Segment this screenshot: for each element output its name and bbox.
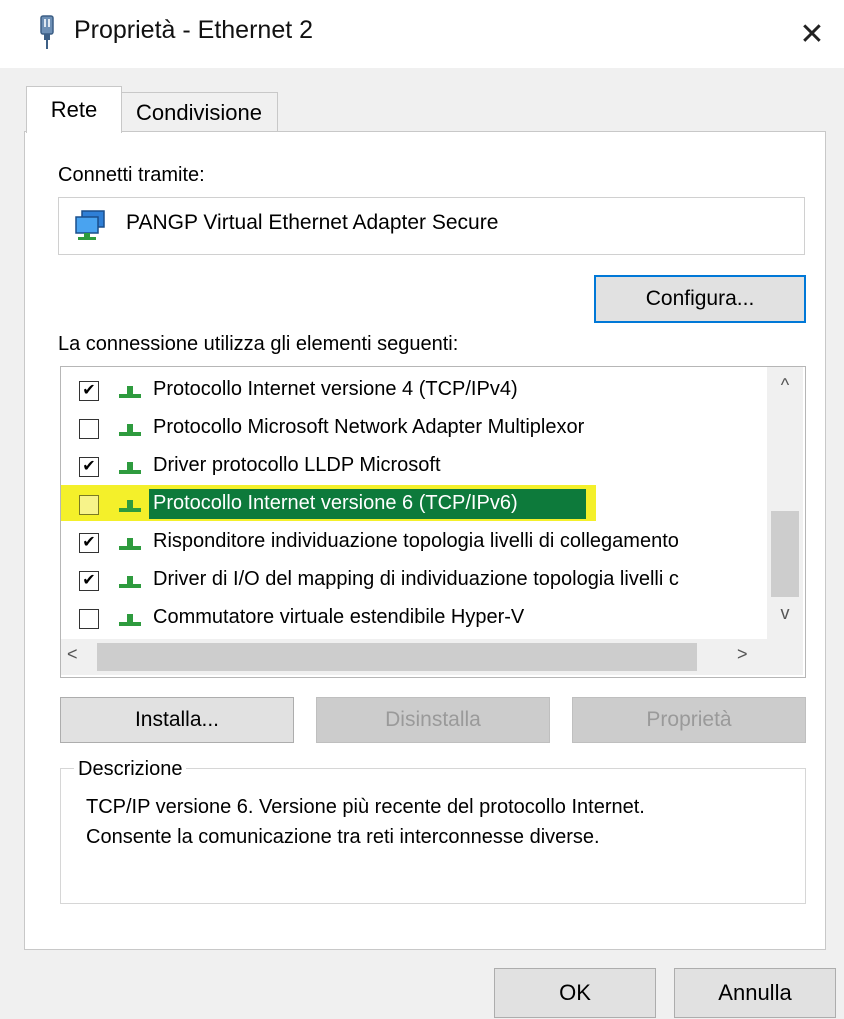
tab-rete[interactable]: Rete — [26, 86, 122, 133]
list-item[interactable]: Commutatore virtuale estendibile Hyper-V — [61, 601, 771, 637]
checkbox[interactable]: ✔ — [79, 381, 99, 401]
description-legend: Descrizione — [74, 758, 187, 781]
checkmark-icon: ✔ — [82, 382, 96, 399]
list-item[interactable]: ✔ Driver protocollo LLDP Microsoft — [61, 449, 771, 485]
window-title: Proprietà - Ethernet 2 — [74, 16, 314, 44]
ok-button[interactable]: OK — [494, 968, 656, 1018]
close-icon[interactable]: ✕ — [792, 14, 832, 54]
components-list[interactable]: ✔ Protocollo Internet versione 4 (TCP/IP… — [60, 366, 806, 678]
scroll-left-icon[interactable]: < — [67, 644, 78, 665]
checkmark-icon: ✔ — [82, 534, 96, 551]
list-item-label: Protocollo Internet versione 4 (TCP/IPv4… — [153, 378, 518, 400]
vertical-scroll-thumb[interactable] — [771, 511, 799, 597]
protocol-icon — [119, 462, 141, 474]
list-item-label: Risponditore individuazione topologia li… — [153, 530, 679, 552]
description-text: Consente la comunicazione tra reti inter… — [86, 826, 600, 848]
configure-button[interactable]: Configura... — [594, 275, 806, 323]
network-adapter-icon — [75, 210, 105, 240]
list-item[interactable]: ✔ Driver di I/O del mapping di individua… — [61, 563, 771, 599]
adapter-name: PANGP Virtual Ethernet Adapter Secure — [126, 211, 499, 234]
list-item-label: Protocollo Microsoft Network Adapter Mul… — [153, 416, 585, 438]
list-item[interactable]: ✔ Protocollo Internet versione 4 (TCP/IP… — [61, 373, 771, 409]
checkbox[interactable] — [79, 609, 99, 629]
install-button[interactable]: Installa... — [60, 697, 294, 743]
list-item-label: Driver di I/O del mapping di individuazi… — [153, 568, 679, 590]
checkbox[interactable]: ✔ — [79, 457, 99, 477]
checkmark-icon: ✔ — [82, 572, 96, 589]
horizontal-scroll-thumb[interactable] — [97, 643, 697, 671]
protocol-icon — [119, 500, 141, 512]
uninstall-button[interactable]: Disinstalla — [316, 697, 550, 743]
list-item[interactable]: ✔ Risponditore individuazione topologia … — [61, 525, 771, 561]
list-item-label: Driver protocollo LLDP Microsoft — [153, 454, 441, 476]
checkbox[interactable]: ✔ — [79, 571, 99, 591]
scroll-down-icon[interactable]: v — [767, 603, 803, 633]
tab-condivisione[interactable]: Condivisione — [120, 92, 278, 133]
network-cable-icon — [40, 15, 54, 49]
protocol-icon — [119, 424, 141, 436]
checkbox[interactable]: ✔ — [79, 533, 99, 553]
checkbox[interactable] — [79, 495, 99, 515]
checkbox[interactable] — [79, 419, 99, 439]
protocol-icon — [119, 614, 141, 626]
properties-button[interactable]: Proprietà — [572, 697, 806, 743]
protocol-icon — [119, 576, 141, 588]
connect-via-label: Connetti tramite: — [58, 164, 205, 186]
list-item[interactable]: Protocollo Microsoft Network Adapter Mul… — [61, 411, 771, 447]
items-section-label: La connessione utilizza gli elementi seg… — [58, 333, 459, 355]
scroll-up-icon[interactable]: ^ — [767, 375, 803, 405]
scroll-right-icon[interactable]: > — [737, 644, 748, 665]
description-text: TCP/IP versione 6. Versione più recente … — [86, 796, 645, 818]
scroll-corner — [767, 639, 803, 675]
list-item-highlighted[interactable]: Protocollo Internet versione 6 (TCP/IPv6… — [61, 485, 771, 523]
checkmark-icon: ✔ — [82, 458, 96, 475]
protocol-icon — [119, 538, 141, 550]
cancel-button[interactable]: Annulla — [674, 968, 836, 1018]
list-item-label: Protocollo Internet versione 6 (TCP/IPv6… — [153, 492, 518, 514]
protocol-icon — [119, 386, 141, 398]
vertical-scrollbar[interactable]: ^ v — [767, 367, 803, 639]
horizontal-scrollbar[interactable]: < > — [61, 639, 803, 675]
list-item-label: Commutatore virtuale estendibile Hyper-V — [153, 606, 525, 628]
